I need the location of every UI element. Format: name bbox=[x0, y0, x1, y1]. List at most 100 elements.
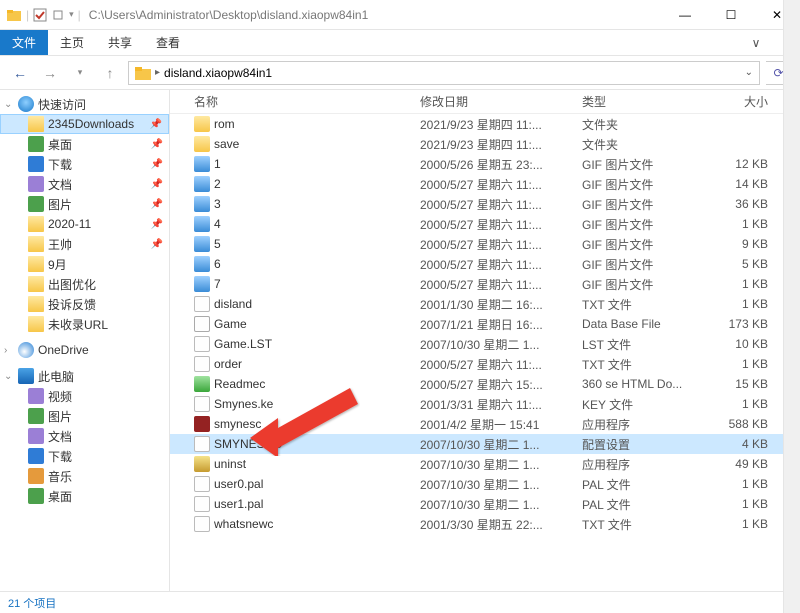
table-row[interactable]: save2021/9/23 星期四 11:...文件夹 bbox=[170, 134, 800, 154]
chevron-down-icon[interactable]: ⌄ bbox=[4, 99, 12, 110]
sidebar-item-pictures[interactable]: 图片📌 bbox=[0, 194, 169, 214]
table-row[interactable]: 32000/5/27 星期六 11:...GIF 图片文件36 KB bbox=[170, 194, 800, 214]
sidebar-item-wangshuai[interactable]: 王帅📌 bbox=[0, 234, 169, 254]
sidebar-item-documents2[interactable]: 文档 bbox=[0, 426, 169, 446]
file-name-cell[interactable]: 2 bbox=[170, 176, 420, 192]
file-name-cell[interactable]: SMYNESCC bbox=[170, 436, 420, 452]
col-name[interactable]: 名称 bbox=[170, 93, 420, 110]
sidebar-item-2020-11[interactable]: 2020-11📌 bbox=[0, 214, 169, 234]
col-type[interactable]: 类型 bbox=[582, 93, 712, 110]
maximize-button[interactable]: ☐ bbox=[708, 0, 754, 30]
table-row[interactable]: 22000/5/27 星期六 11:...GIF 图片文件14 KB bbox=[170, 174, 800, 194]
tab-home[interactable]: 主页 bbox=[48, 30, 96, 55]
table-row[interactable]: 52000/5/27 星期六 11:...GIF 图片文件9 KB bbox=[170, 234, 800, 254]
sidebar-item-pictures2[interactable]: 图片 bbox=[0, 406, 169, 426]
tab-share[interactable]: 共享 bbox=[96, 30, 144, 55]
file-name-text: 2 bbox=[214, 177, 221, 191]
file-name-text: save bbox=[214, 137, 239, 151]
chevron-down-icon[interactable]: ⌄ bbox=[4, 371, 12, 382]
file-name-cell[interactable]: Readmec bbox=[170, 376, 420, 392]
pin-icon: 📌 bbox=[151, 179, 163, 190]
file-name-cell[interactable]: smynesc bbox=[170, 416, 420, 432]
file-name-cell[interactable]: 4 bbox=[170, 216, 420, 232]
file-type-cell: Data Base File bbox=[582, 317, 712, 331]
chevron-right-icon[interactable]: › bbox=[4, 345, 7, 356]
breadcrumb-sep[interactable]: ▸ bbox=[155, 67, 160, 78]
file-name-cell[interactable]: Game bbox=[170, 316, 420, 332]
file-name-cell[interactable]: Smynes.ke bbox=[170, 396, 420, 412]
table-row[interactable]: Smynes.ke2001/3/31 星期六 11:...KEY 文件1 KB bbox=[170, 394, 800, 414]
sidebar-item-tousufankui[interactable]: 投诉反馈 bbox=[0, 294, 169, 314]
file-name-cell[interactable]: disland bbox=[170, 296, 420, 312]
file-size-cell: 1 KB bbox=[712, 517, 780, 531]
file-name-text: Game bbox=[214, 317, 247, 331]
ribbon-tabs: 文件 主页 共享 查看 ∨ ? bbox=[0, 30, 800, 56]
file-name-cell[interactable]: uninst bbox=[170, 456, 420, 472]
table-row[interactable]: smynesc2001/4/2 星期一 15:41应用程序588 KB bbox=[170, 414, 800, 434]
file-name-cell[interactable]: 6 bbox=[170, 256, 420, 272]
table-row[interactable]: SMYNESCC2007/10/30 星期二 1...配置设置4 KB bbox=[170, 434, 800, 454]
sidebar-onedrive[interactable]: ›OneDrive bbox=[0, 340, 169, 360]
table-row[interactable]: disland2001/1/30 星期二 16:...TXT 文件1 KB bbox=[170, 294, 800, 314]
pin-icon: 📌 bbox=[151, 219, 163, 230]
table-row[interactable]: user0.pal2007/10/30 星期二 1...PAL 文件1 KB bbox=[170, 474, 800, 494]
folder-icon bbox=[28, 316, 44, 332]
table-row[interactable]: whatsnewc2001/3/30 星期五 22:...TXT 文件1 KB bbox=[170, 514, 800, 534]
sidebar-item-desktop[interactable]: 桌面📌 bbox=[0, 134, 169, 154]
sidebar-item-chutuyouhua[interactable]: 出图优化 bbox=[0, 274, 169, 294]
table-row[interactable]: Game.LST2007/10/30 星期二 1...LST 文件10 KB bbox=[170, 334, 800, 354]
qat-dropdown[interactable]: ▾ bbox=[69, 9, 74, 20]
up-button[interactable]: ↑ bbox=[98, 61, 122, 85]
file-name-cell[interactable]: order bbox=[170, 356, 420, 372]
file-name-cell[interactable]: 1 bbox=[170, 156, 420, 172]
file-name-cell[interactable]: whatsnewc bbox=[170, 516, 420, 532]
table-row[interactable]: user1.pal2007/10/30 星期二 1...PAL 文件1 KB bbox=[170, 494, 800, 514]
file-name-cell[interactable]: save bbox=[170, 136, 420, 152]
table-row[interactable]: rom2021/9/23 星期四 11:...文件夹 bbox=[170, 114, 800, 134]
sidebar-quick-access[interactable]: ⌄ 快速访问 bbox=[0, 94, 169, 114]
file-name-cell[interactable]: Game.LST bbox=[170, 336, 420, 352]
sidebar-item-9yue[interactable]: 9月 bbox=[0, 254, 169, 274]
sidebar-item-downloads[interactable]: 下载📌 bbox=[0, 154, 169, 174]
file-name-cell[interactable]: 3 bbox=[170, 196, 420, 212]
recent-dropdown[interactable]: ▾ bbox=[68, 61, 92, 85]
address-dropdown[interactable]: ⌄ bbox=[745, 67, 753, 78]
file-list-view[interactable]: 名称 修改日期 类型 大小 rom2021/9/23 星期四 11:...文件夹… bbox=[170, 90, 800, 591]
back-button[interactable]: ← bbox=[8, 61, 32, 85]
breadcrumb-current[interactable]: disland.xiaopw84in1 bbox=[164, 66, 272, 80]
table-row[interactable]: 72000/5/27 星期六 11:...GIF 图片文件1 KB bbox=[170, 274, 800, 294]
sidebar-item-video[interactable]: 视频 bbox=[0, 386, 169, 406]
address-bar[interactable]: ▸ disland.xiaopw84in1 ⌄ bbox=[128, 61, 760, 85]
table-row[interactable]: uninst2007/10/30 星期二 1...应用程序49 KB bbox=[170, 454, 800, 474]
forward-button[interactable]: → bbox=[38, 61, 62, 85]
sidebar-item-documents[interactable]: 文档📌 bbox=[0, 174, 169, 194]
col-size[interactable]: 大小 bbox=[712, 93, 780, 110]
table-row[interactable]: 42000/5/27 星期六 11:...GIF 图片文件1 KB bbox=[170, 214, 800, 234]
minimize-button[interactable]: — bbox=[662, 0, 708, 30]
file-name-cell[interactable]: rom bbox=[170, 116, 420, 132]
file-name-cell[interactable]: user1.pal bbox=[170, 496, 420, 512]
sidebar-item-2345downloads[interactable]: 2345Downloads📌 bbox=[0, 114, 169, 134]
col-date[interactable]: 修改日期 bbox=[420, 93, 582, 110]
ribbon-expand[interactable]: ∨ bbox=[742, 36, 770, 50]
sidebar-item-weishouluurl[interactable]: 未收录URL bbox=[0, 314, 169, 334]
file-name-text: Readmec bbox=[214, 377, 265, 391]
checkbox-icon[interactable] bbox=[33, 8, 47, 22]
file-name-cell[interactable]: user0.pal bbox=[170, 476, 420, 492]
table-row[interactable]: Readmec2000/5/27 星期六 15:...360 se HTML D… bbox=[170, 374, 800, 394]
sidebar-item-music[interactable]: 音乐 bbox=[0, 466, 169, 486]
tab-file[interactable]: 文件 bbox=[0, 30, 48, 55]
tab-view[interactable]: 查看 bbox=[144, 30, 192, 55]
table-row[interactable]: Game2007/1/21 星期日 16:...Data Base File17… bbox=[170, 314, 800, 334]
file-size-cell: 49 KB bbox=[712, 457, 780, 471]
vertical-scrollbar[interactable] bbox=[783, 0, 800, 613]
file-name-cell[interactable]: 7 bbox=[170, 276, 420, 292]
sidebar-thispc[interactable]: ⌄此电脑 bbox=[0, 366, 169, 386]
table-row[interactable]: order2000/5/27 星期六 11:...TXT 文件1 KB bbox=[170, 354, 800, 374]
file-name-cell[interactable]: 5 bbox=[170, 236, 420, 252]
table-row[interactable]: 62000/5/27 星期六 11:...GIF 图片文件5 KB bbox=[170, 254, 800, 274]
sidebar-item-desktop2[interactable]: 桌面 bbox=[0, 486, 169, 506]
copy-icon[interactable] bbox=[51, 8, 65, 22]
table-row[interactable]: 12000/5/26 星期五 23:...GIF 图片文件12 KB bbox=[170, 154, 800, 174]
sidebar-item-downloads2[interactable]: 下载 bbox=[0, 446, 169, 466]
